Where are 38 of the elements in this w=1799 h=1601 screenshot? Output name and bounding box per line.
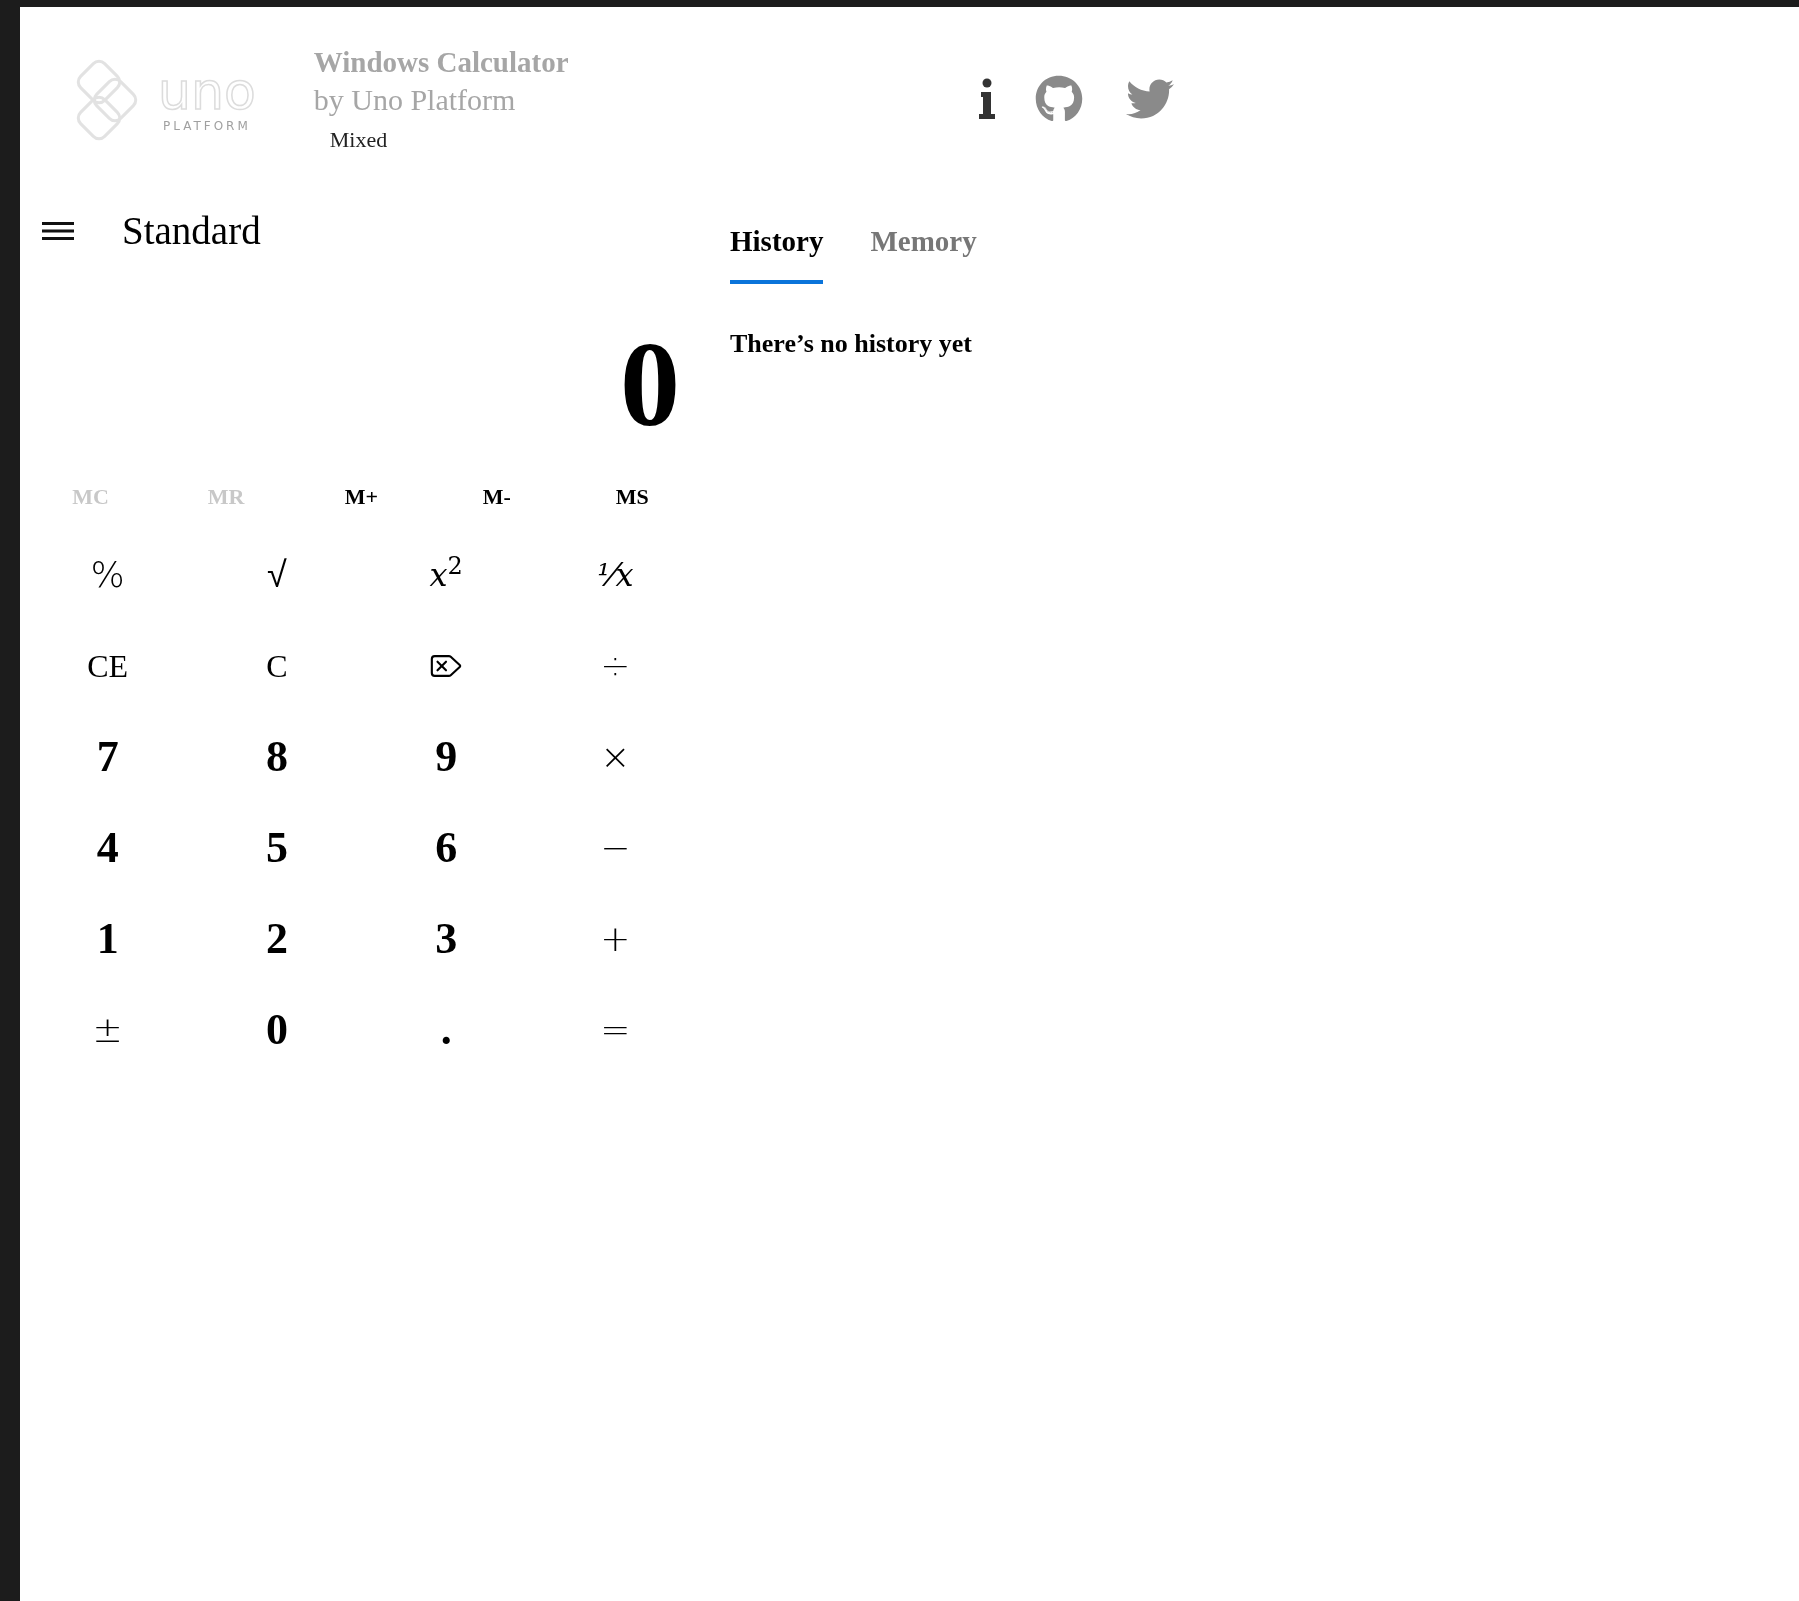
logo-tagline: PLATFORM [162, 118, 251, 135]
panel-tab[interactable]: History [730, 220, 824, 284]
operator-key[interactable]: = [530, 984, 700, 1075]
clear-key[interactable]: C [192, 620, 362, 711]
mode-title: Standard [122, 207, 261, 254]
digit-key[interactable]: 2 [192, 893, 362, 984]
mode-label: Mixed [329, 126, 389, 154]
digit-key[interactable]: 8 [192, 711, 362, 802]
panel-tab[interactable]: Memory [870, 220, 977, 284]
github-icon[interactable] [1034, 75, 1083, 123]
digit-key[interactable]: 4 [23, 802, 193, 893]
info-icon[interactable] [978, 78, 995, 120]
app-subtitle: by Uno Platform [313, 82, 517, 118]
display-value: 0 [620, 320, 680, 450]
digit-key[interactable]: 5 [192, 802, 362, 893]
memory-button[interactable]: M+ [293, 465, 430, 527]
operator-key[interactable]: − [530, 802, 700, 893]
operator-key[interactable]: + [530, 893, 700, 984]
operator-key[interactable]: % [23, 529, 193, 620]
digit-key[interactable]: 3 [361, 893, 531, 984]
digit-key[interactable]: 9 [361, 711, 531, 802]
operator-key[interactable]: ± [23, 984, 193, 1075]
digit-key[interactable]: . [361, 984, 531, 1075]
digit-key[interactable]: 0 [192, 984, 362, 1075]
memory-button[interactable]: MS [564, 465, 700, 527]
function-key[interactable]: x$^{2}$ [361, 529, 531, 620]
function-key[interactable]: ⅟x [530, 529, 700, 620]
empty-history-message: There’s no history yet [730, 327, 973, 360]
operator-key[interactable]: √ [192, 529, 362, 620]
memory-button[interactable]: M- [429, 465, 565, 527]
operator-key[interactable]: ÷ [530, 620, 700, 711]
operator-key[interactable]: × [530, 711, 700, 802]
menu-icon[interactable] [42, 220, 74, 242]
app-title: Windows Calculator [313, 45, 569, 80]
clear-key[interactable]: CE [23, 620, 193, 711]
digit-key[interactable]: 7 [23, 711, 193, 802]
digit-key[interactable]: 1 [23, 893, 193, 984]
digit-key[interactable]: 6 [361, 802, 531, 893]
